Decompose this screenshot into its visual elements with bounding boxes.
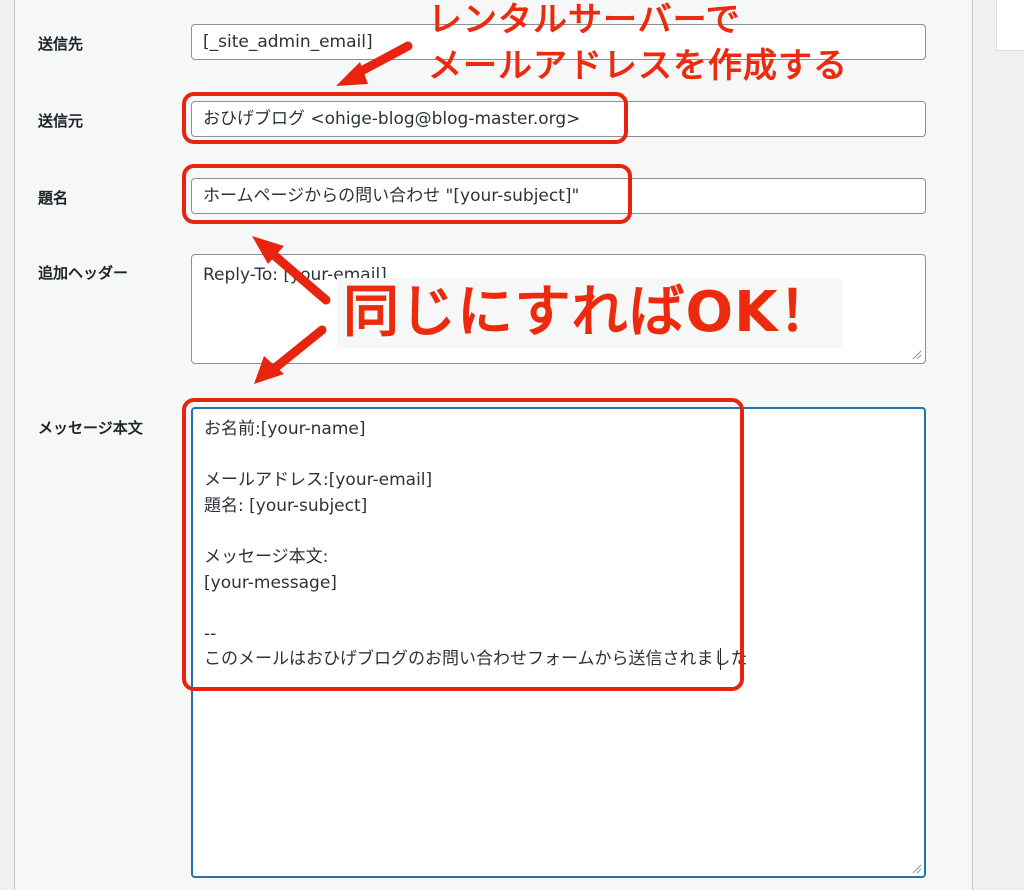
arrow-mid-down [265,325,327,377]
arrow-mid-up [263,245,331,305]
annotation-arrows [252,41,413,384]
